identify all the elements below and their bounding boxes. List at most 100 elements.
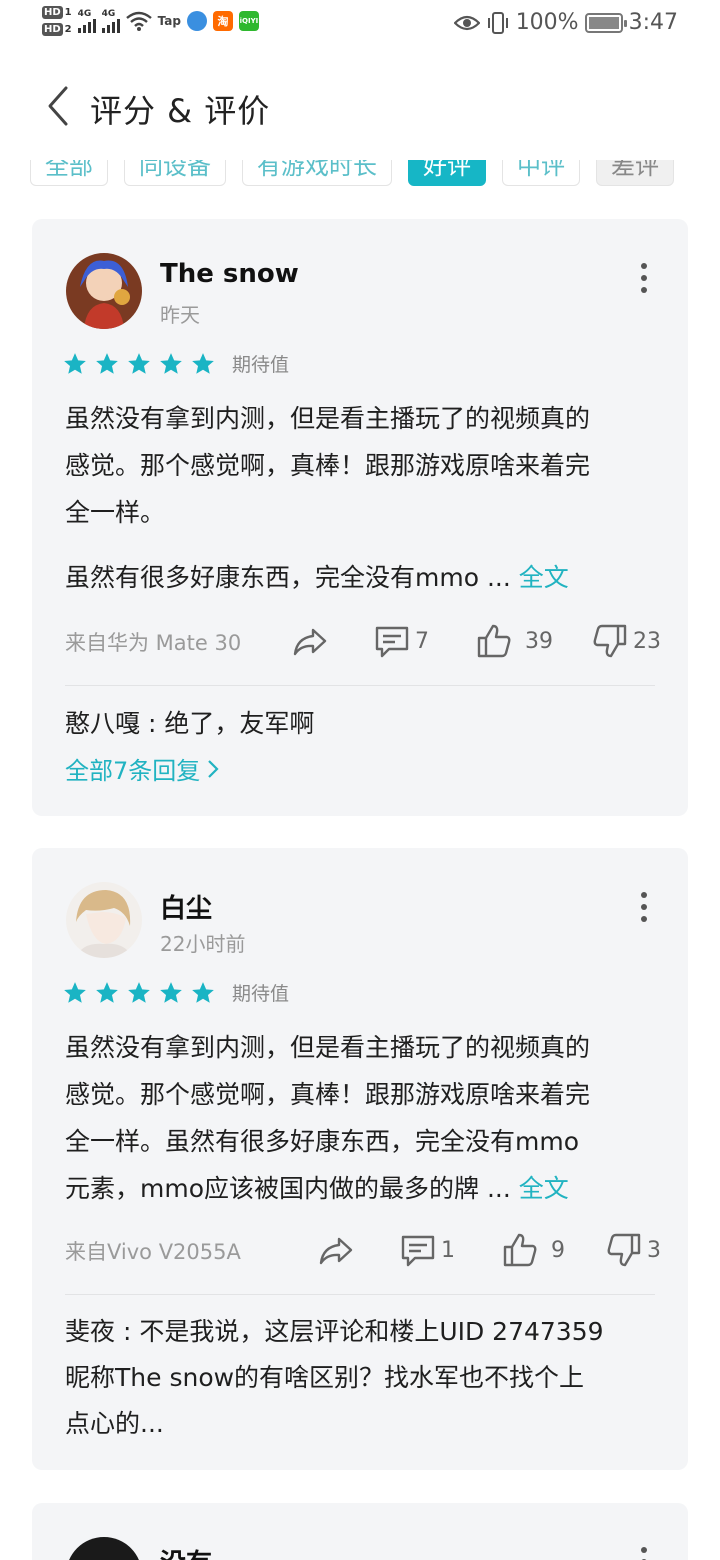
review-line: 全一样。 (65, 498, 166, 527)
filter-chip-positive[interactable]: 好评 (408, 160, 486, 186)
reviewer-name[interactable]: 白尘 (160, 888, 212, 925)
review-line: 虽然有很多好康东西，完全没有mmo ... 全文 (65, 563, 569, 592)
hd-indicators: HD 1 HD 2 (42, 6, 72, 36)
share-button[interactable] (291, 619, 329, 663)
signal-icon: 4G (77, 9, 96, 33)
avatar[interactable] (66, 253, 142, 329)
share-icon (293, 628, 327, 656)
share-button[interactable] (317, 1228, 355, 1272)
iqiyi-icon: iQIYI (238, 11, 259, 31)
read-more-link[interactable]: 全文 (519, 1174, 569, 1203)
eye-icon (453, 15, 480, 30)
thumbs-up-icon (477, 624, 511, 658)
like-count: 9 (551, 1237, 565, 1263)
page-title: 评分 & 评价 (90, 92, 271, 130)
more-options-icon[interactable] (634, 892, 654, 922)
thumbs-down-icon (593, 624, 627, 658)
signal-icon: 4G (101, 9, 120, 33)
review-time: 昨天 (160, 303, 200, 327)
dislike-button[interactable]: 3 (605, 1228, 661, 1272)
like-button[interactable]: 39 (475, 619, 553, 663)
star-rating: 期待值 (62, 979, 289, 1006)
dislike-button[interactable]: 23 (591, 619, 661, 663)
comment-button[interactable]: 1 (399, 1228, 455, 1272)
review-line: 虽然没有拿到内测，但是看主播玩了的视频真的 (65, 1033, 591, 1062)
star-icon (128, 352, 150, 374)
review-body[interactable]: 虽然没有拿到内测，但是看主播玩了的视频真的 感觉。那个感觉啊，真棒！跟那游戏原啥… (65, 1024, 665, 1212)
reply-line: 斐夜 : 不是我说，这层评论和楼上UID 2747359 (65, 1317, 604, 1346)
star-icon (160, 981, 182, 1003)
wifi-icon (125, 11, 152, 31)
star-icon (192, 981, 214, 1003)
like-count: 39 (525, 628, 553, 654)
review-time: 22小时前 (160, 932, 246, 956)
review-line: 感觉。那个感觉啊，真棒！跟那游戏原啥来着完 (65, 1080, 591, 1109)
star-icon (96, 352, 118, 374)
divider (65, 685, 655, 686)
reply-preview[interactable]: 憨八嘎 : 绝了，友军啊 (65, 701, 655, 747)
filter-chip-neutral[interactable]: 中评 (502, 160, 580, 186)
comment-button[interactable]: 7 (373, 619, 429, 663)
dislike-count: 23 (633, 628, 661, 654)
like-button[interactable]: 9 (501, 1228, 565, 1272)
browser-icon (186, 11, 207, 31)
clock: 3:47 (628, 10, 678, 35)
page-header: 评分 & 评价 (0, 70, 720, 146)
avatar[interactable] (66, 882, 142, 958)
more-options-icon[interactable] (634, 1547, 654, 1560)
read-more-link[interactable]: 全文 (519, 563, 569, 592)
filter-chip-playtime[interactable]: 有游戏时长 (242, 160, 392, 186)
star-icon (160, 352, 182, 374)
star-icon (64, 981, 86, 1003)
back-arrow-icon[interactable] (40, 84, 80, 128)
vibrate-icon (487, 11, 508, 34)
review-body[interactable]: 虽然没有拿到内测，但是看主播玩了的视频真的 感觉。那个感觉啊，真棒！跟那游戏原啥… (65, 395, 665, 601)
review-actions: 来自Vivo V2055A 1 9 3 (65, 1228, 661, 1272)
reply-line: 点心的... (65, 1409, 164, 1438)
chevron-right-icon (208, 759, 219, 778)
filter-chip-negative[interactable]: 差评 (596, 160, 674, 186)
more-options-icon[interactable] (634, 263, 654, 293)
thumbs-up-icon (503, 1233, 537, 1267)
filter-chip-all[interactable]: 全部 (30, 160, 108, 186)
device-label: 来自华为 Mate 30 (65, 631, 242, 655)
star-icon (128, 981, 150, 1003)
hd-icon: HD 2 (42, 23, 72, 36)
rating-label: 期待值 (232, 354, 290, 376)
reply-line: 昵称The snow的有啥区别？找水军也不找个上 (65, 1363, 585, 1392)
review-card: 没有 (32, 1503, 688, 1560)
comment-count: 7 (415, 628, 429, 654)
review-line: 虽然没有拿到内测，但是看主播玩了的视频真的 (65, 404, 591, 433)
divider (65, 1294, 655, 1295)
star-icon (64, 352, 86, 374)
status-bar: HD 1 HD 2 4G 4G Tap 淘 iQIYI 100% 3:47 (0, 0, 720, 52)
share-icon (319, 1237, 353, 1265)
rating-label: 期待值 (232, 983, 290, 1005)
comment-count: 1 (441, 1237, 455, 1263)
review-line: 全一样。虽然有很多好康东西，完全没有mmo (65, 1127, 580, 1156)
review-line: 感觉。那个感觉啊，真棒！跟那游戏原啥来着完 (65, 451, 591, 480)
review-card: The snow 昨天 期待值 虽然没有拿到内测，但是看主播玩了的视频真的 感觉… (32, 219, 688, 816)
comment-icon (401, 1235, 435, 1267)
star-icon (96, 981, 118, 1003)
all-replies-link[interactable]: 全部7条回复 (65, 751, 220, 786)
comment-icon (375, 626, 409, 658)
review-card: 白尘 22小时前 期待值 虽然没有拿到内测，但是看主播玩了的视频真的 感觉。那个… (32, 848, 688, 1470)
dislike-count: 3 (647, 1237, 661, 1263)
device-label: 来自Vivo V2055A (65, 1240, 241, 1264)
hd-icon: HD 1 (42, 6, 72, 19)
thumbs-down-icon (607, 1233, 641, 1267)
battery-percent: 100% (515, 10, 579, 35)
avatar[interactable] (66, 1537, 142, 1560)
reviewer-name[interactable]: The snow (160, 259, 299, 289)
taptap-icon: Tap (157, 14, 181, 28)
status-icons-left: HD 1 HD 2 4G 4G Tap 淘 iQIYI (42, 6, 259, 36)
status-icons-right: 100% 3:47 (453, 10, 678, 35)
taobao-icon: 淘 (212, 11, 233, 31)
star-rating: 期待值 (62, 350, 289, 377)
review-actions: 来自华为 Mate 30 7 39 23 (65, 619, 661, 663)
star-icon (192, 352, 214, 374)
reviewer-name[interactable]: 没有 (160, 1543, 212, 1560)
reply-preview[interactable]: 斐夜 : 不是我说，这层评论和楼上UID 2747359 昵称The snow的… (65, 1309, 655, 1447)
filter-chip-same-device[interactable]: 同设备 (124, 160, 226, 186)
